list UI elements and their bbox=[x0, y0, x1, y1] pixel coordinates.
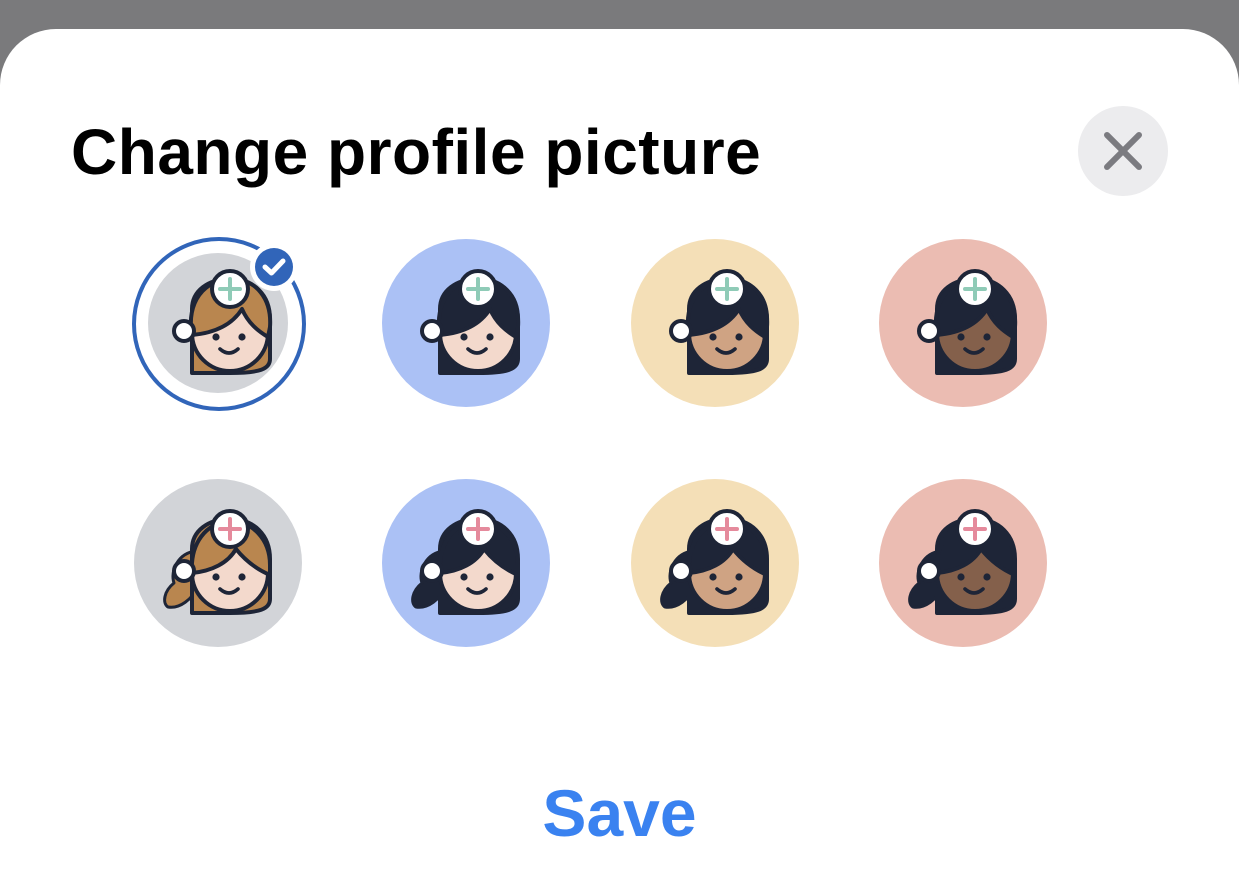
nurse-avatar-icon bbox=[879, 239, 1047, 407]
dialog-title: Change profile picture bbox=[71, 116, 762, 188]
nurse-avatar-icon bbox=[631, 239, 799, 407]
avatar-option-nurse-5[interactable] bbox=[134, 479, 302, 647]
nurse-avatar-icon bbox=[879, 479, 1047, 647]
avatar-option-nurse-1[interactable] bbox=[132, 237, 306, 411]
nurse-avatar-icon bbox=[631, 479, 799, 647]
nurse-avatar-icon bbox=[148, 253, 288, 393]
avatar-option-nurse-3[interactable] bbox=[631, 239, 799, 407]
avatar-option-nurse-6[interactable] bbox=[382, 479, 550, 647]
avatar-option-nurse-2[interactable] bbox=[382, 239, 550, 407]
save-button[interactable]: Save bbox=[0, 775, 1239, 851]
avatar-option-nurse-4[interactable] bbox=[879, 239, 1047, 407]
nurse-avatar-icon bbox=[134, 479, 302, 647]
nurse-avatar-icon bbox=[382, 479, 550, 647]
profile-picture-sheet: Change profile picture Save bbox=[0, 29, 1239, 893]
nurse-avatar-icon bbox=[382, 239, 550, 407]
close-button[interactable] bbox=[1078, 106, 1168, 196]
close-icon bbox=[1104, 132, 1142, 170]
avatar-option-nurse-7[interactable] bbox=[631, 479, 799, 647]
avatar-option-nurse-8[interactable] bbox=[879, 479, 1047, 647]
